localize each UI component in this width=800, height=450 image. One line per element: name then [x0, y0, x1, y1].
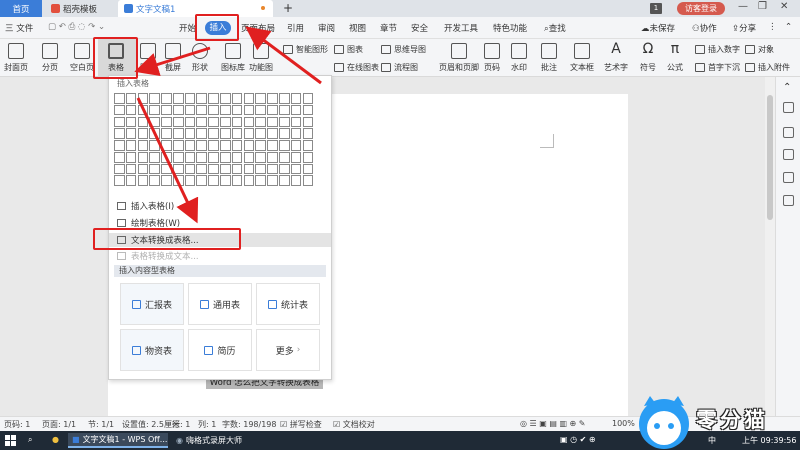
arrow-to-text-to-table	[136, 97, 199, 224]
cat-mascot-icon	[639, 396, 689, 449]
brand-watermark: 零分猫	[634, 392, 800, 450]
annotation-arrows	[134, 26, 322, 224]
arrow-to-table	[134, 46, 211, 77]
brand-watermark-text: 零分猫	[696, 408, 768, 432]
arrow-to-insert	[245, 26, 322, 85]
